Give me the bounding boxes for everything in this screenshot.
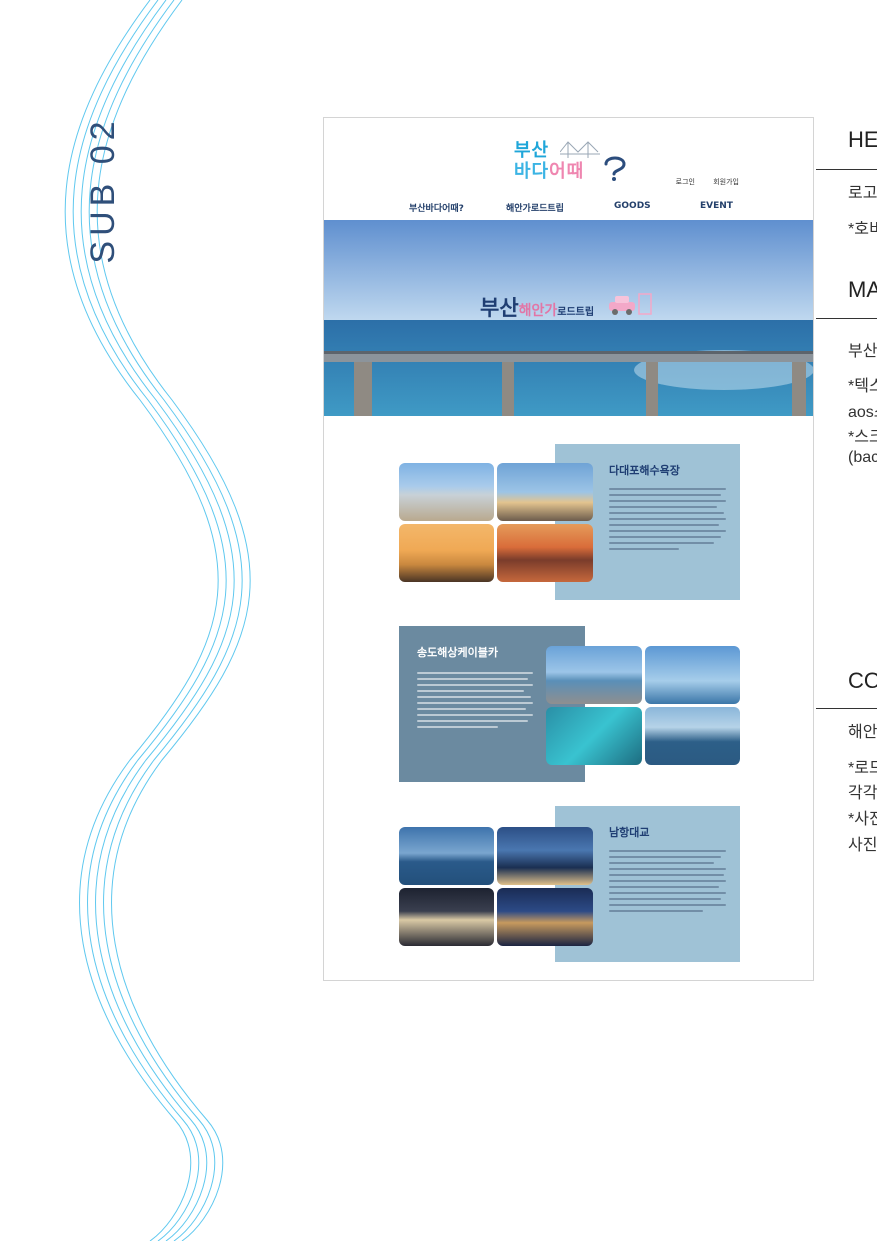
dadaepo-photo-sculpture[interactable] (497, 463, 593, 521)
contents-section-heading: CO (848, 668, 877, 693)
main-item: 부산 (848, 343, 877, 360)
main-section-heading: MA (848, 277, 877, 302)
songdo-photo-coast[interactable] (546, 646, 642, 704)
section-dadaepo: 다대포해수욕장 (399, 444, 740, 600)
dadaepo-title: 다대포해수욕장 (609, 464, 680, 477)
main-note-3: *스크 (848, 429, 877, 446)
namhang-photo-city-night[interactable] (497, 888, 593, 946)
global-nav: 부산바다어때? 해안가로드트립 GOODS EVENT (324, 201, 813, 221)
section-namhang-bridge: 남항대교 (399, 806, 740, 962)
nav-item-busan-sea[interactable]: 부산바다어때? (409, 201, 464, 214)
main-divider (816, 318, 877, 319)
sub-page-label: SUB 02 (83, 116, 122, 264)
nav-item-event[interactable]: EVENT (700, 201, 733, 211)
contents-divider (816, 708, 877, 709)
contents-item: 해안 (848, 724, 877, 741)
songdo-photo-cablecar[interactable] (645, 646, 740, 704)
signup-link[interactable]: 회원가입 (713, 178, 739, 186)
section-songdo: 송도해상케이블카 (399, 626, 740, 782)
question-bubble-icon (604, 156, 626, 181)
header-item-logo: 로고 (848, 185, 877, 202)
site-logo[interactable]: 부산 바다어때 (514, 136, 634, 186)
dadaepo-photo-sunset-people[interactable] (399, 524, 494, 582)
namhang-photo-bridge-day[interactable] (399, 827, 494, 885)
songdo-title: 송도해상케이블카 (417, 646, 498, 659)
hero-banner: 부산해안가로드트립 (324, 220, 813, 416)
contents-note-1: *로드 (848, 760, 877, 777)
dadaepo-photo-sunset-sea[interactable] (497, 524, 593, 582)
nav-item-goods[interactable]: GOODS (614, 201, 651, 211)
login-link[interactable]: 로그인 (676, 178, 695, 186)
main-note-4: (bac (848, 449, 877, 466)
main-note-2: aos스 (848, 404, 877, 421)
contents-note-2: 각각 (848, 785, 877, 802)
header-section-heading: HE (848, 127, 877, 152)
namhang-photo-bridge-night[interactable] (399, 888, 494, 946)
contents-note-4: 사진 (848, 837, 877, 854)
main-note-1: *텍스 (848, 378, 877, 395)
namhang-photo-bridge-dusk[interactable] (497, 827, 593, 885)
logo-text-line2: 바다어때 (514, 161, 585, 182)
songdo-photo-sea-view[interactable] (645, 707, 740, 765)
dadaepo-photo-beach[interactable] (399, 463, 494, 521)
car-icon (609, 293, 652, 315)
website-mockup: 부산 바다어때 로그인 회원가입 부산바다어때? 해안가로드트립 GOODS E… (323, 117, 814, 981)
songdo-photo-glass-floor[interactable] (546, 707, 642, 765)
contents-note-3: *사진 (848, 811, 877, 828)
utility-links: 로그인 회원가입 (660, 177, 739, 187)
header-note: *호비 (848, 221, 877, 238)
nav-item-road-trip[interactable]: 해안가로드트립 (506, 201, 564, 214)
header-divider (816, 169, 877, 170)
namhang-title: 남항대교 (609, 826, 650, 839)
hero-title: 부산해안가로드트립 (480, 296, 595, 320)
